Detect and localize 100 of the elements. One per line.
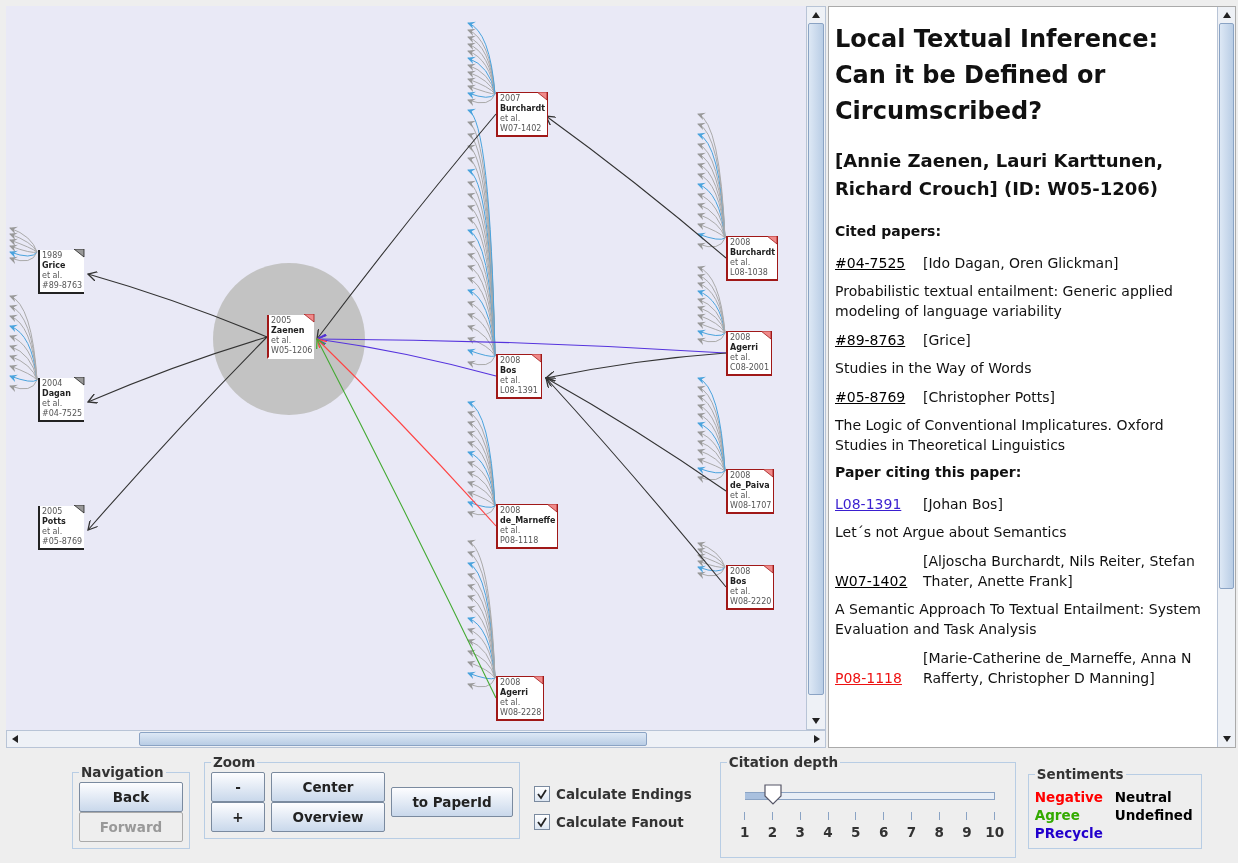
node-author: Bos	[500, 366, 517, 376]
paper-node[interactable]: 2004 Dagan et al. #04-7525	[38, 378, 85, 422]
paper-link[interactable]: L08-1391	[835, 496, 902, 512]
node-author: Agerri	[500, 688, 528, 698]
node-year: 2008	[730, 471, 751, 481]
group-title: Sentiments	[1035, 766, 1125, 782]
paper-link[interactable]: #04-7525	[835, 255, 906, 271]
node-id: P08-1118	[500, 536, 539, 546]
paper-node[interactable]: 2008 Burchardt et al. L08-1038	[726, 236, 779, 281]
page-fold-icon	[761, 331, 772, 340]
node-author: Grice	[42, 261, 66, 271]
node-year: 2008	[500, 678, 521, 688]
node-id: W08-2220	[730, 597, 772, 607]
page-fold-icon	[547, 504, 559, 513]
page-fold-icon	[74, 249, 86, 258]
citation-fan-drawing	[9, 226, 38, 264]
node-id: W07-1402	[500, 124, 542, 134]
page-fold-icon	[767, 236, 779, 245]
to-paper-id-button[interactable]: to PaperId	[391, 787, 513, 817]
page-fold-icon	[304, 314, 316, 323]
paper-link[interactable]: W07-1402	[835, 573, 908, 589]
tick-label: 9	[958, 812, 975, 840]
paper-authors-text: [Marie-Catherine de_Marneffe, Anna N Rafferty, Christopher D Manning]	[923, 649, 1193, 688]
paper-link[interactable]: P08-1118	[835, 670, 902, 686]
node-year: 2008	[500, 506, 521, 516]
page-fold-icon	[74, 505, 86, 514]
paper-node[interactable]: 2008 de_Marneffe et al. P08-1118	[496, 504, 559, 549]
scroll-thumb[interactable]	[1219, 23, 1234, 589]
scroll-down-icon[interactable]	[1221, 734, 1232, 744]
vertical-scrollbar[interactable]	[806, 6, 826, 730]
node-etal: et al.	[730, 353, 751, 363]
node-year: 2008	[730, 238, 751, 248]
node-author: Dagan	[42, 389, 71, 399]
scroll-left-icon[interactable]	[10, 734, 20, 744]
tick-label: 8	[931, 812, 948, 840]
node-year: 2005	[271, 316, 292, 326]
node-author: de_Paiva	[730, 481, 770, 491]
zoom-in-button[interactable]: +	[211, 802, 265, 832]
scroll-right-icon[interactable]	[812, 734, 822, 744]
tick-label: 10	[986, 812, 1003, 840]
page-fold-icon	[763, 469, 775, 478]
node-id: W05-1206	[271, 346, 313, 356]
node-id: #05-8769	[42, 537, 83, 547]
paper-node[interactable]: 2005 Zaenen et al. W05-1206	[267, 315, 315, 359]
paper-node[interactable]: 2008 Bos et al. L08-1391	[496, 354, 542, 399]
paper-node[interactable]: 2008 Agerri et al. C08-2001	[726, 331, 772, 376]
paper-node[interactable]: 2008 de_Paiva et al. W08-1707	[726, 469, 775, 514]
citation-fan-drawing	[697, 541, 726, 579]
paper-link[interactable]: #89-8763	[835, 332, 906, 348]
node-id: L08-1038	[730, 268, 768, 278]
node-author: Agerri	[730, 343, 758, 353]
check-icon	[536, 788, 548, 800]
paper-node[interactable]: 2007 Burchardt et al. W07-1402	[496, 92, 549, 137]
node-year: 2005	[42, 507, 63, 517]
section-heading: Paper citing this paper:	[835, 464, 1023, 480]
node-author: de_Marneffe	[500, 516, 556, 526]
checkbox[interactable]	[534, 786, 550, 802]
scroll-down-icon[interactable]	[811, 716, 821, 726]
page-fold-icon	[533, 676, 545, 685]
paper-node[interactable]: 2008 Agerri et al. W08-2228	[496, 676, 545, 721]
tick-label: 3	[792, 812, 809, 840]
paper-node[interactable]: 1989 Grice et al. #89-8763	[38, 250, 85, 294]
paper-authors-text: [Grice]	[923, 331, 972, 350]
scroll-thumb[interactable]	[139, 732, 647, 746]
center-button[interactable]: Center	[271, 772, 385, 802]
node-id: #04-7525	[42, 409, 83, 419]
paper-node[interactable]: 2005 Potts et al. #05-8769	[38, 506, 85, 550]
node-year: 2008	[730, 333, 751, 343]
tick-label: 5	[847, 812, 864, 840]
node-etal: et al.	[730, 258, 751, 268]
node-year: 1989	[42, 251, 63, 261]
scroll-thumb[interactable]	[808, 23, 824, 695]
scroll-up-icon[interactable]	[811, 10, 821, 20]
scroll-up-icon[interactable]	[1221, 10, 1232, 20]
sentiment-label: Neutral	[1114, 788, 1173, 806]
checkbox-label: Calculate Endings	[556, 786, 692, 802]
horizontal-scrollbar[interactable]	[6, 730, 826, 748]
page-fold-icon	[531, 354, 542, 363]
slider-thumb[interactable]	[762, 784, 783, 806]
node-etal: et al.	[500, 114, 521, 124]
paper-authors: [Annie Zaenen, Lauri Karttunen, Richard Crouch] (ID: W05-1206)	[835, 149, 1165, 201]
page-fold-icon	[537, 92, 549, 101]
node-year: 2008	[500, 356, 521, 366]
node-year: 2008	[730, 567, 751, 577]
node-etal: et al.	[730, 587, 751, 597]
nav-button[interactable]: Back	[79, 782, 183, 812]
sentiment-label: Negative	[1034, 788, 1104, 806]
checkbox[interactable]	[534, 814, 550, 830]
paper-link[interactable]: #05-8769	[835, 389, 906, 405]
vertical-scrollbar[interactable]	[1217, 7, 1235, 747]
paper-authors-text: [Aljoscha Burchardt, Nils Reiter, Stefan Thater, Anette Frank]	[923, 552, 1196, 591]
checkbox-label: Calculate Fanout	[556, 814, 684, 830]
tick-label: 1	[736, 812, 753, 840]
node-year: 2007	[500, 94, 521, 104]
group-title: Citation depth	[727, 754, 840, 770]
node-author: Burchardt	[730, 248, 776, 258]
overview-button[interactable]: Overview	[271, 802, 385, 832]
zoom-out-button[interactable]: -	[211, 772, 265, 802]
paper-node[interactable]: 2008 Bos et al. W08-2220	[726, 565, 775, 610]
node-etal: et al.	[42, 527, 63, 537]
